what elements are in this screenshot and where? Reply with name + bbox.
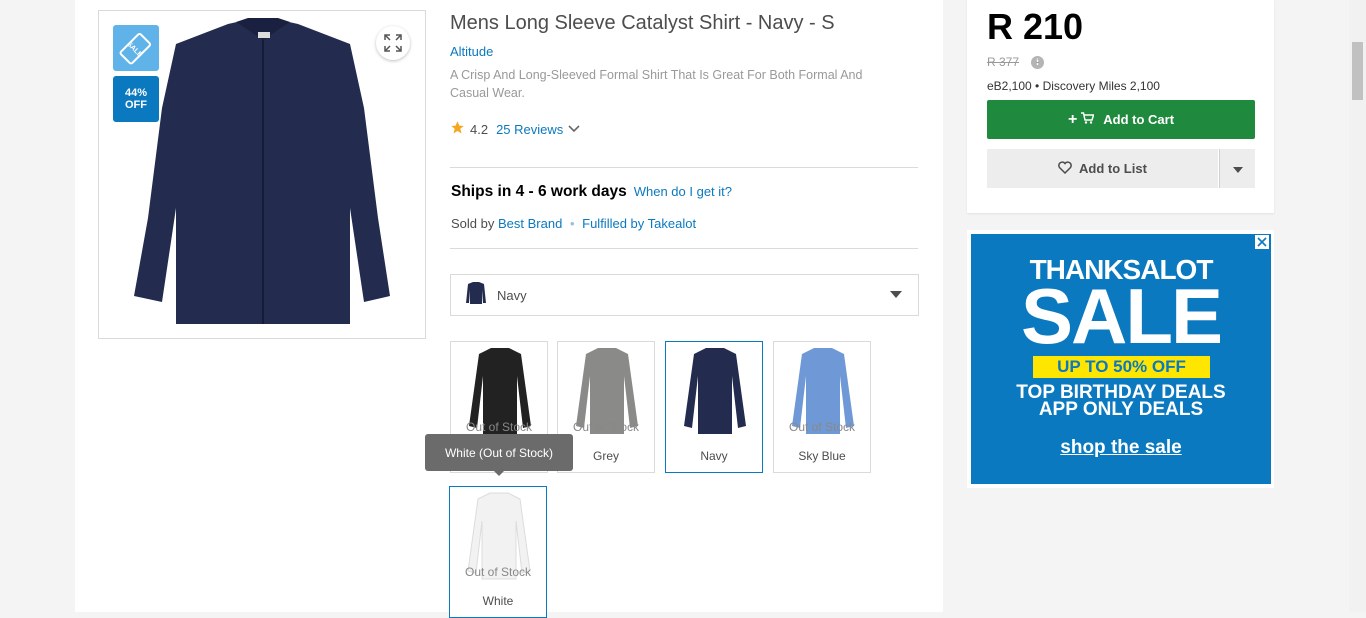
add-to-list-button[interactable]: Add to List [987, 149, 1218, 188]
old-price-value: R 377 [987, 55, 1020, 69]
selected-variant-thumb [465, 281, 487, 310]
ad-line-4: APP ONLY DEALS [1038, 399, 1204, 420]
variant-name: White [482, 594, 514, 608]
list-options-dropdown[interactable] [1219, 149, 1255, 188]
add-to-list-label: Add to List [1079, 161, 1147, 176]
add-to-cart-button[interactable]: + Add to Cart [987, 100, 1255, 139]
rating-summary: 4.2 25 Reviews [450, 120, 581, 138]
sold-by-label: Sold by [451, 216, 495, 231]
brand-link[interactable]: Altitude [450, 44, 493, 59]
variant-sky-blue[interactable]: Out of Stock Sky Blue [773, 341, 871, 473]
fulfilled-link[interactable]: Fulfilled by Takealot [582, 216, 696, 231]
discount-badge: 44% OFF [113, 76, 159, 122]
variant-name: Sky Blue [798, 449, 846, 463]
star-icon [450, 120, 465, 138]
sale-tag-icon: SALE [113, 25, 159, 71]
plus-icon: + [1067, 110, 1078, 128]
scrollbar-thumb[interactable] [1352, 42, 1363, 100]
sold-by: Sold by Best Brand • Fulfilled by Takeal… [451, 216, 696, 231]
expand-icon[interactable] [376, 26, 410, 60]
product-description: A Crisp And Long-Sleeved Formal Shirt Th… [450, 68, 863, 100]
variant-name: Navy [700, 449, 728, 463]
caret-down-icon [890, 286, 902, 304]
heart-icon [1058, 160, 1072, 177]
chevron-down-icon[interactable] [567, 122, 581, 137]
seller-link[interactable]: Best Brand [498, 216, 562, 231]
variant-status: Out of Stock [572, 420, 640, 434]
variant-white[interactable]: Out of Stock White [449, 486, 547, 618]
variant-status: Out of Stock [788, 420, 856, 434]
divider [450, 167, 918, 168]
reviews-link[interactable]: 25 Reviews [496, 122, 563, 137]
ad-cta-link[interactable]: shop the sale [971, 437, 1271, 459]
variant-select[interactable]: Navy [450, 274, 919, 316]
info-icon[interactable]: i [1031, 55, 1045, 69]
shipping-info: Ships in 4 - 6 work days When do I get i… [451, 183, 732, 201]
rating-score: 4.2 [470, 121, 489, 137]
variant-navy[interactable]: Navy [665, 341, 763, 473]
price: R 210 [987, 6, 1084, 47]
product-title: Mens Long Sleeve Catalyst Shirt - Navy -… [450, 12, 835, 34]
add-to-cart-label: Add to Cart [1103, 112, 1175, 127]
sale-tag-label: SALE [125, 41, 143, 59]
product-main-image [134, 18, 390, 324]
old-price: R 377 i [987, 55, 1045, 69]
variant-select-value: Navy [497, 287, 527, 303]
cart-icon [1081, 112, 1095, 127]
variant-status: Out of Stock [464, 565, 532, 579]
variant-tooltip: White (Out of Stock) [425, 434, 573, 476]
variant-navy-image [684, 348, 746, 434]
ad-banner: UP TO 50% OFF [1033, 356, 1210, 378]
rewards-info: eB2,100 • Discovery Miles 2,100 [987, 79, 1160, 93]
when-do-i-get-it-link[interactable]: When do I get it? [634, 184, 732, 199]
separator-dot: • [569, 216, 575, 231]
discount-off: OFF [125, 99, 147, 111]
caret-down-icon [1232, 160, 1243, 178]
ad-line-2: SALE [1020, 272, 1223, 360]
ad-close-icon[interactable] [1255, 235, 1269, 249]
variant-status: Out of Stock [465, 420, 533, 434]
divider [450, 248, 918, 249]
discount-percent: 44% [124, 87, 148, 99]
ships-text: Ships in 4 - 6 work days [451, 183, 627, 200]
